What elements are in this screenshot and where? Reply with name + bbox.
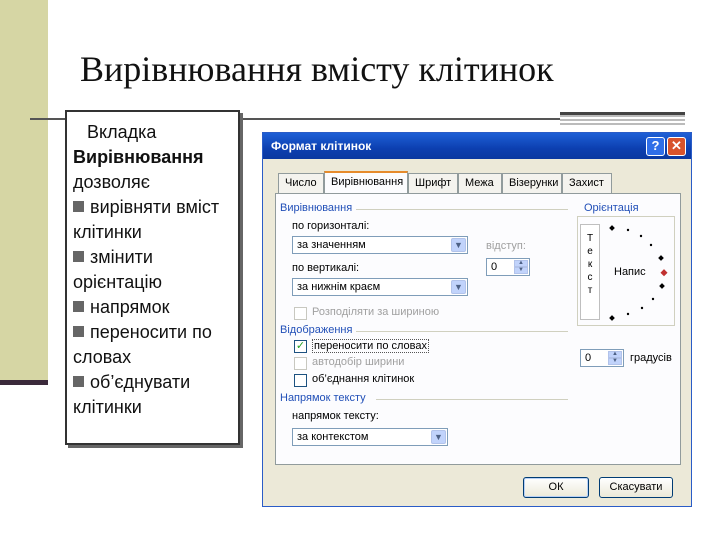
close-icon[interactable]: ✕: [667, 137, 686, 156]
display-group-label: Відображення: [280, 324, 353, 336]
distributed-checkbox[interactable]: [294, 307, 307, 320]
tab-alignment[interactable]: Вирівнювання: [324, 171, 408, 194]
bullet-item: змінити орієнтацію: [73, 247, 163, 292]
spin-down-icon[interactable]: ▼: [608, 358, 622, 365]
vertical-label: по вертикалі:: [292, 262, 360, 274]
dialog-title: Формат клітинок: [271, 139, 372, 153]
group-separator: [356, 209, 568, 210]
slide-title: Вирівнювання вмісту клітинок: [80, 49, 554, 89]
group-separator: [356, 331, 568, 332]
direction-group-label: Напрямок тексту: [280, 392, 366, 404]
bullet-item: об’єднувати клітинки: [73, 372, 191, 417]
direction-label: напрямок тексту:: [292, 410, 379, 422]
wrap-text-label: переносити по словах: [312, 339, 430, 353]
intro-prefix: Вкладка: [87, 122, 157, 142]
tab-patterns[interactable]: Візерунки: [502, 173, 562, 193]
merge-cells-label: об’єднання клітинок: [312, 373, 415, 385]
bullet-square-icon: [73, 201, 84, 212]
spinner-buttons[interactable]: ▲ ▼: [514, 260, 528, 274]
spinner-buttons[interactable]: ▲ ▼: [608, 351, 622, 365]
merge-cells-checkbox[interactable]: [294, 374, 307, 387]
tab-font[interactable]: Шрифт: [408, 173, 458, 193]
bullet-item: переносити по словах: [73, 322, 212, 367]
bullet-square-icon: [73, 251, 84, 262]
indent-label: відступ:: [486, 240, 526, 252]
title-rule-accent: [560, 112, 685, 126]
spin-down-icon[interactable]: ▼: [514, 267, 528, 274]
vertical-text-toggle[interactable]: Т е к с т: [580, 224, 600, 320]
chevron-down-icon[interactable]: ▼: [451, 238, 466, 252]
bullet-item: вирівняти вміст клітинки: [73, 197, 220, 242]
direction-select[interactable]: за контекстом ▼: [292, 428, 448, 446]
horizontal-label: по горизонталі:: [292, 220, 370, 232]
horizontal-select[interactable]: за значенням ▼: [292, 236, 468, 254]
alignment-group-label: Вирівнювання: [280, 202, 353, 214]
bullet-item: напрямок: [73, 295, 232, 320]
intro-bold: Вирівнювання: [73, 147, 204, 167]
bullet-panel: Вкладка Вирівнювання дозволяє вирівняти …: [65, 110, 240, 445]
cancel-button[interactable]: Скасувати: [599, 477, 673, 498]
intro-suffix: дозволяє: [73, 172, 150, 192]
degrees-stepper[interactable]: 0 ▲ ▼: [580, 349, 624, 367]
spin-up-icon[interactable]: ▲: [514, 260, 528, 267]
tab-protection[interactable]: Захист: [562, 173, 612, 193]
autofit-checkbox[interactable]: [294, 357, 307, 370]
tab-border[interactable]: Межа: [458, 173, 502, 193]
question-icon[interactable]: ?: [646, 137, 665, 156]
distributed-label: Розподіляти за шириною: [312, 306, 440, 318]
chevron-down-icon[interactable]: ▼: [431, 430, 446, 444]
tab-number[interactable]: Число: [278, 173, 324, 193]
spin-up-icon[interactable]: ▲: [608, 351, 622, 358]
wrap-text-checkbox[interactable]: ✓: [294, 340, 307, 353]
orientation-group-label: Орієнтація: [582, 202, 641, 214]
alignment-panel: Вирівнювання по горизонталі: за значення…: [275, 193, 681, 465]
autofit-label: автодобір ширини: [312, 356, 405, 368]
vertical-select[interactable]: за нижнім краєм ▼: [292, 278, 468, 296]
left-decor-strip: [0, 0, 48, 385]
left-decor-bar: [0, 380, 48, 385]
dialog-titlebar[interactable]: Формат клітинок ? ✕: [263, 133, 691, 159]
bullet-square-icon: [73, 326, 84, 337]
indent-stepper[interactable]: 0 ▲ ▼: [486, 258, 530, 276]
orientation-sample: Напис: [614, 266, 646, 278]
ok-button[interactable]: ОК: [523, 477, 589, 498]
degrees-label: градусів: [630, 352, 672, 364]
bullet-square-icon: [73, 376, 84, 387]
bullet-square-icon: [73, 301, 84, 312]
format-cells-dialog: Формат клітинок ? ✕ Число Вирівнювання Ш…: [262, 132, 692, 507]
chevron-down-icon[interactable]: ▼: [451, 280, 466, 294]
group-separator: [376, 399, 568, 400]
